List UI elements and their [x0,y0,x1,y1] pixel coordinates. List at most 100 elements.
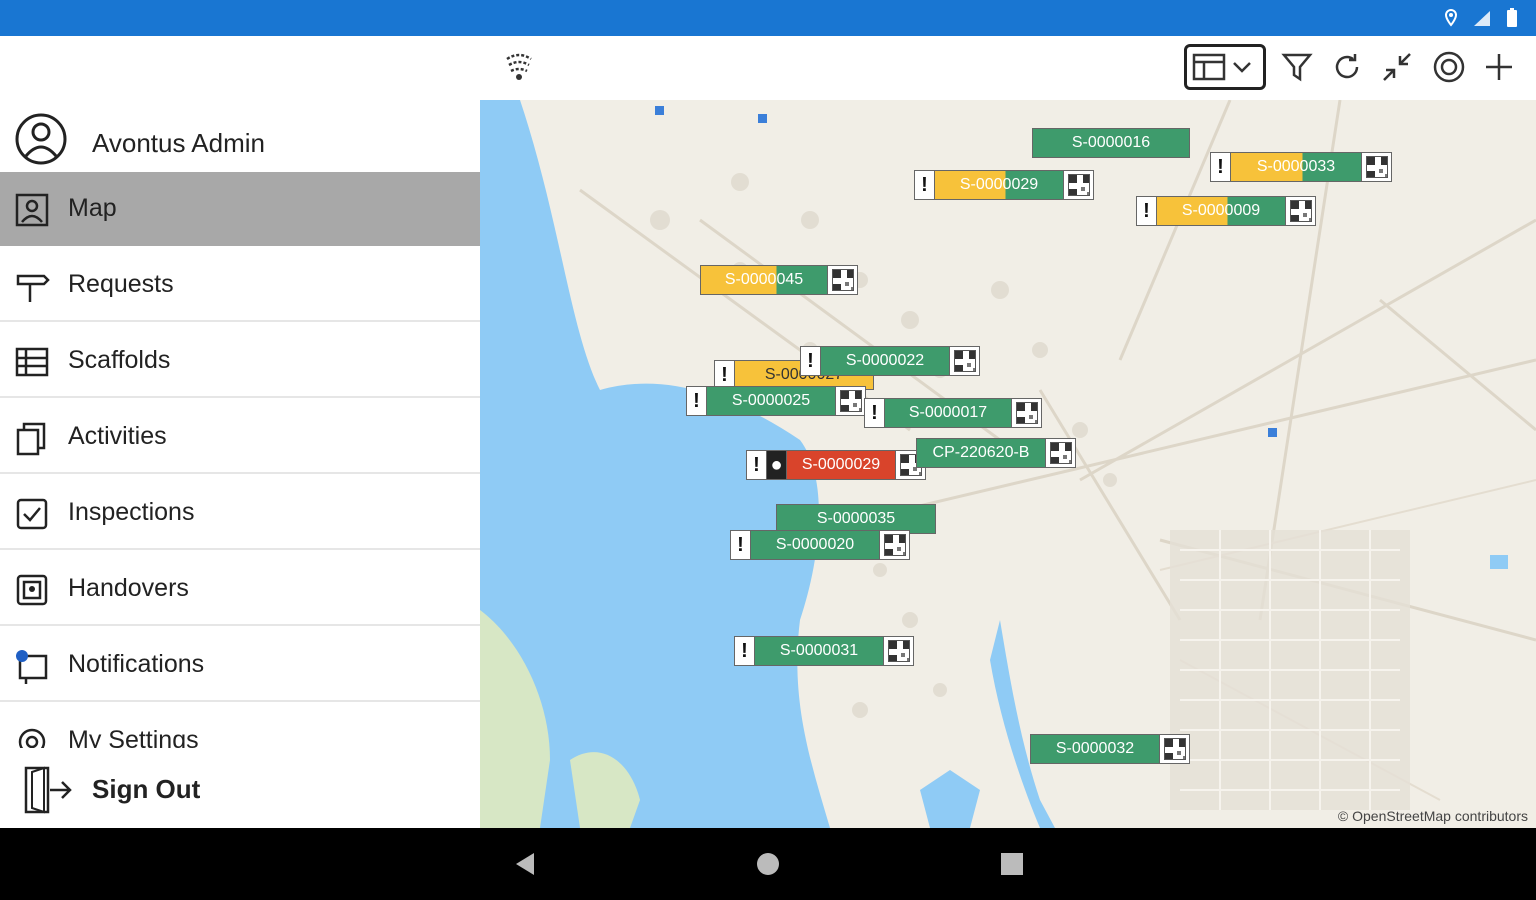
alert-icon: ! [865,399,885,427]
menu-item-handovers[interactable]: Handovers [0,552,480,626]
checkbox-icon [16,498,48,530]
map-toolbar [480,36,1536,100]
scaffold-marker[interactable]: ! S-0000017 [864,398,1042,428]
marker-label: S-0000029 [787,451,895,479]
scaffold-icon [15,347,49,377]
marker-label: S-0000032 [1031,735,1159,763]
menu-label-handovers: Handovers [68,574,189,602]
scaffold-marker[interactable]: ! S-0000025 [686,386,866,416]
alert-icon: ! [1211,153,1231,181]
alert-icon: ! [915,171,935,199]
menu-item-scaffolds[interactable]: Scaffolds [0,324,480,398]
location-icon[interactable] [1426,44,1472,90]
alert-icon: ! [801,347,821,375]
marker-label: S-0000029 [935,171,1063,199]
marker-label: S-0000035 [777,505,935,533]
menu-label-map: Map [68,194,117,222]
scaffold-marker[interactable]: ! S-0000022 [800,346,980,376]
home-icon[interactable] [752,848,784,880]
sign-out-label: Sign Out [92,774,201,804]
layer-icon[interactable] [496,44,542,90]
refresh-icon[interactable] [1324,44,1370,90]
marker-label: S-0000016 [1033,129,1189,157]
menu-label-requests: Requests [68,270,174,298]
marker-label: CP-220620-B [917,439,1045,467]
view-select-icon [1192,53,1251,81]
alert-icon: ! [731,531,751,559]
marker-label: S-0000031 [755,637,883,665]
recents-icon[interactable] [996,848,1028,880]
menu-label-scaffolds: Scaffolds [68,346,171,374]
menu-label-notifications: Notifications [68,650,205,678]
qr-code-icon [883,637,913,665]
marker-label: S-0000022 [821,347,949,375]
user-profile[interactable]: Avontus Admin [0,106,480,172]
system-nav-bar [0,828,1536,900]
scaffold-marker[interactable]: ! S-0000033 [1210,152,1392,182]
view-select-button[interactable] [1184,44,1266,90]
alert-icon: ! [687,387,707,415]
marker-label: S-0000045 [701,266,827,294]
menu-label-inspections: Inspections [68,498,195,526]
menu-item-my-settings[interactable]: My Settings [0,704,480,748]
menu-item-inspections[interactable]: Inspections [0,476,480,550]
alert-icon: ! [747,451,767,479]
add-icon[interactable] [1476,44,1522,90]
back-icon[interactable] [508,848,540,880]
location-status-icon [1444,9,1458,27]
activities-icon [16,422,46,456]
avatar-icon [15,113,67,165]
alert-icon: ! [735,637,755,665]
marker-label: S-0000025 [707,387,835,415]
scaffold-marker[interactable]: ! S-0000031 [734,636,914,666]
navigation-drawer: Avontus Admin Map Requests Scaffolds Act… [0,36,480,828]
collapse-icon[interactable] [1374,44,1420,90]
scaffold-marker[interactable]: ! S-0000009 [1136,196,1316,226]
scaffold-marker[interactable]: ! ● S-0000029 [746,450,926,480]
bell-icon [16,650,48,684]
qr-code-icon [1063,171,1093,199]
battery-icon [1507,8,1517,27]
handover-icon [16,574,48,606]
sign-out-icon [24,766,72,814]
hazard-icon: ● [767,451,787,479]
qr-code-icon [1361,153,1391,181]
sign-out-button[interactable]: Sign Out [0,750,480,828]
menu-label-my-settings: My Settings [68,726,199,748]
qr-code-icon [1045,439,1075,467]
menu-label-activities: Activities [68,422,167,450]
scaffold-marker[interactable]: S-0000016 [1032,128,1190,158]
scaffold-marker[interactable]: CP-220620-B [916,438,1076,468]
alert-icon: ! [715,361,735,389]
filter-icon[interactable] [1274,44,1320,90]
signal-icon [1474,11,1490,26]
scaffold-marker[interactable]: S-0000032 [1030,734,1190,764]
qr-code-icon [835,387,865,415]
marker-label: S-0000020 [751,531,879,559]
qr-code-icon [1011,399,1041,427]
menu-item-activities[interactable]: Activities [0,400,480,474]
scaffold-marker[interactable]: ! S-0000020 [730,530,910,560]
marker-label: S-0000009 [1157,197,1285,225]
qr-code-icon [949,347,979,375]
marker-label: S-0000017 [885,399,1011,427]
menu-item-requests[interactable]: Requests [0,248,480,322]
map-attribution: © OpenStreetMap contributors [1337,808,1528,824]
marker-label: S-0000033 [1231,153,1361,181]
qr-code-icon [879,531,909,559]
qr-code-icon [1159,735,1189,763]
map-pin-icon [15,193,49,227]
scaffold-marker[interactable]: ! S-0000029 [914,170,1094,200]
scaffold-marker[interactable]: S-0000045 [700,265,858,295]
user-name: Avontus Admin [92,128,265,158]
menu-item-notifications[interactable]: Notifications [0,628,480,702]
signpost-icon [16,274,50,302]
status-bar [0,0,1536,36]
alert-icon: ! [1137,197,1157,225]
qr-code-icon [827,266,857,294]
map-view[interactable]: S-0000016 ! S-0000029 ! S-0000033 ! S-00… [480,100,1536,828]
settings-icon [18,728,46,748]
status-icons [1444,8,1518,28]
menu-item-map[interactable]: Map [0,172,480,246]
qr-code-icon [1285,197,1315,225]
